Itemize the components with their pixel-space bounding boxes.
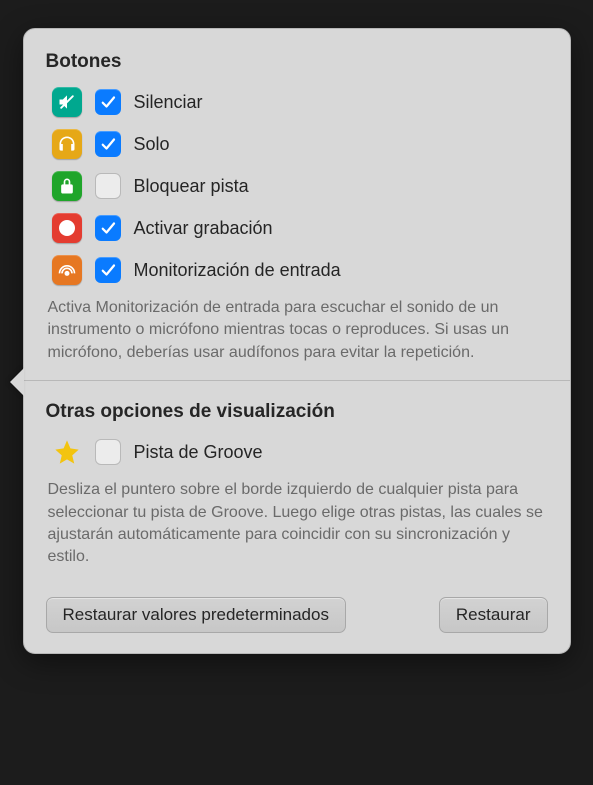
popover-arrow [10,368,24,396]
mute-label: Silenciar [134,92,203,113]
option-mute: Silenciar [46,87,548,117]
lock-icon [52,171,82,201]
restore-button[interactable]: Restaurar [439,597,548,633]
input-monitoring-icon [52,255,82,285]
section-divider [24,380,570,381]
headphones-icon [52,129,82,159]
mute-icon [52,87,82,117]
option-groove: Pista de Groove [46,437,548,467]
option-lock: Bloquear pista [46,171,548,201]
mute-checkbox[interactable] [95,89,121,115]
display-section-title: Otras opciones de visualización [46,401,548,423]
buttons-description: Activa Monitorización de entrada para es… [46,297,548,364]
record-icon [52,213,82,243]
lock-checkbox[interactable] [95,173,121,199]
record-checkbox[interactable] [95,215,121,241]
star-icon [52,437,82,467]
popover-footer: Restaurar valores predeterminados Restau… [46,597,548,633]
buttons-section-title: Botones [46,51,548,73]
monitor-label: Monitorización de entrada [134,260,341,281]
groove-label: Pista de Groove [134,442,263,463]
groove-checkbox[interactable] [95,439,121,465]
restore-defaults-button[interactable]: Restaurar valores predeterminados [46,597,346,633]
settings-popover: Botones Silenciar Solo Bloquear [23,28,571,654]
option-solo: Solo [46,129,548,159]
record-label: Activar grabación [134,218,273,239]
monitor-checkbox[interactable] [95,257,121,283]
solo-label: Solo [134,134,170,155]
display-description: Desliza el puntero sobre el borde izquie… [46,479,548,569]
option-record: Activar grabación [46,213,548,243]
solo-checkbox[interactable] [95,131,121,157]
option-monitor: Monitorización de entrada [46,255,548,285]
lock-label: Bloquear pista [134,176,249,197]
